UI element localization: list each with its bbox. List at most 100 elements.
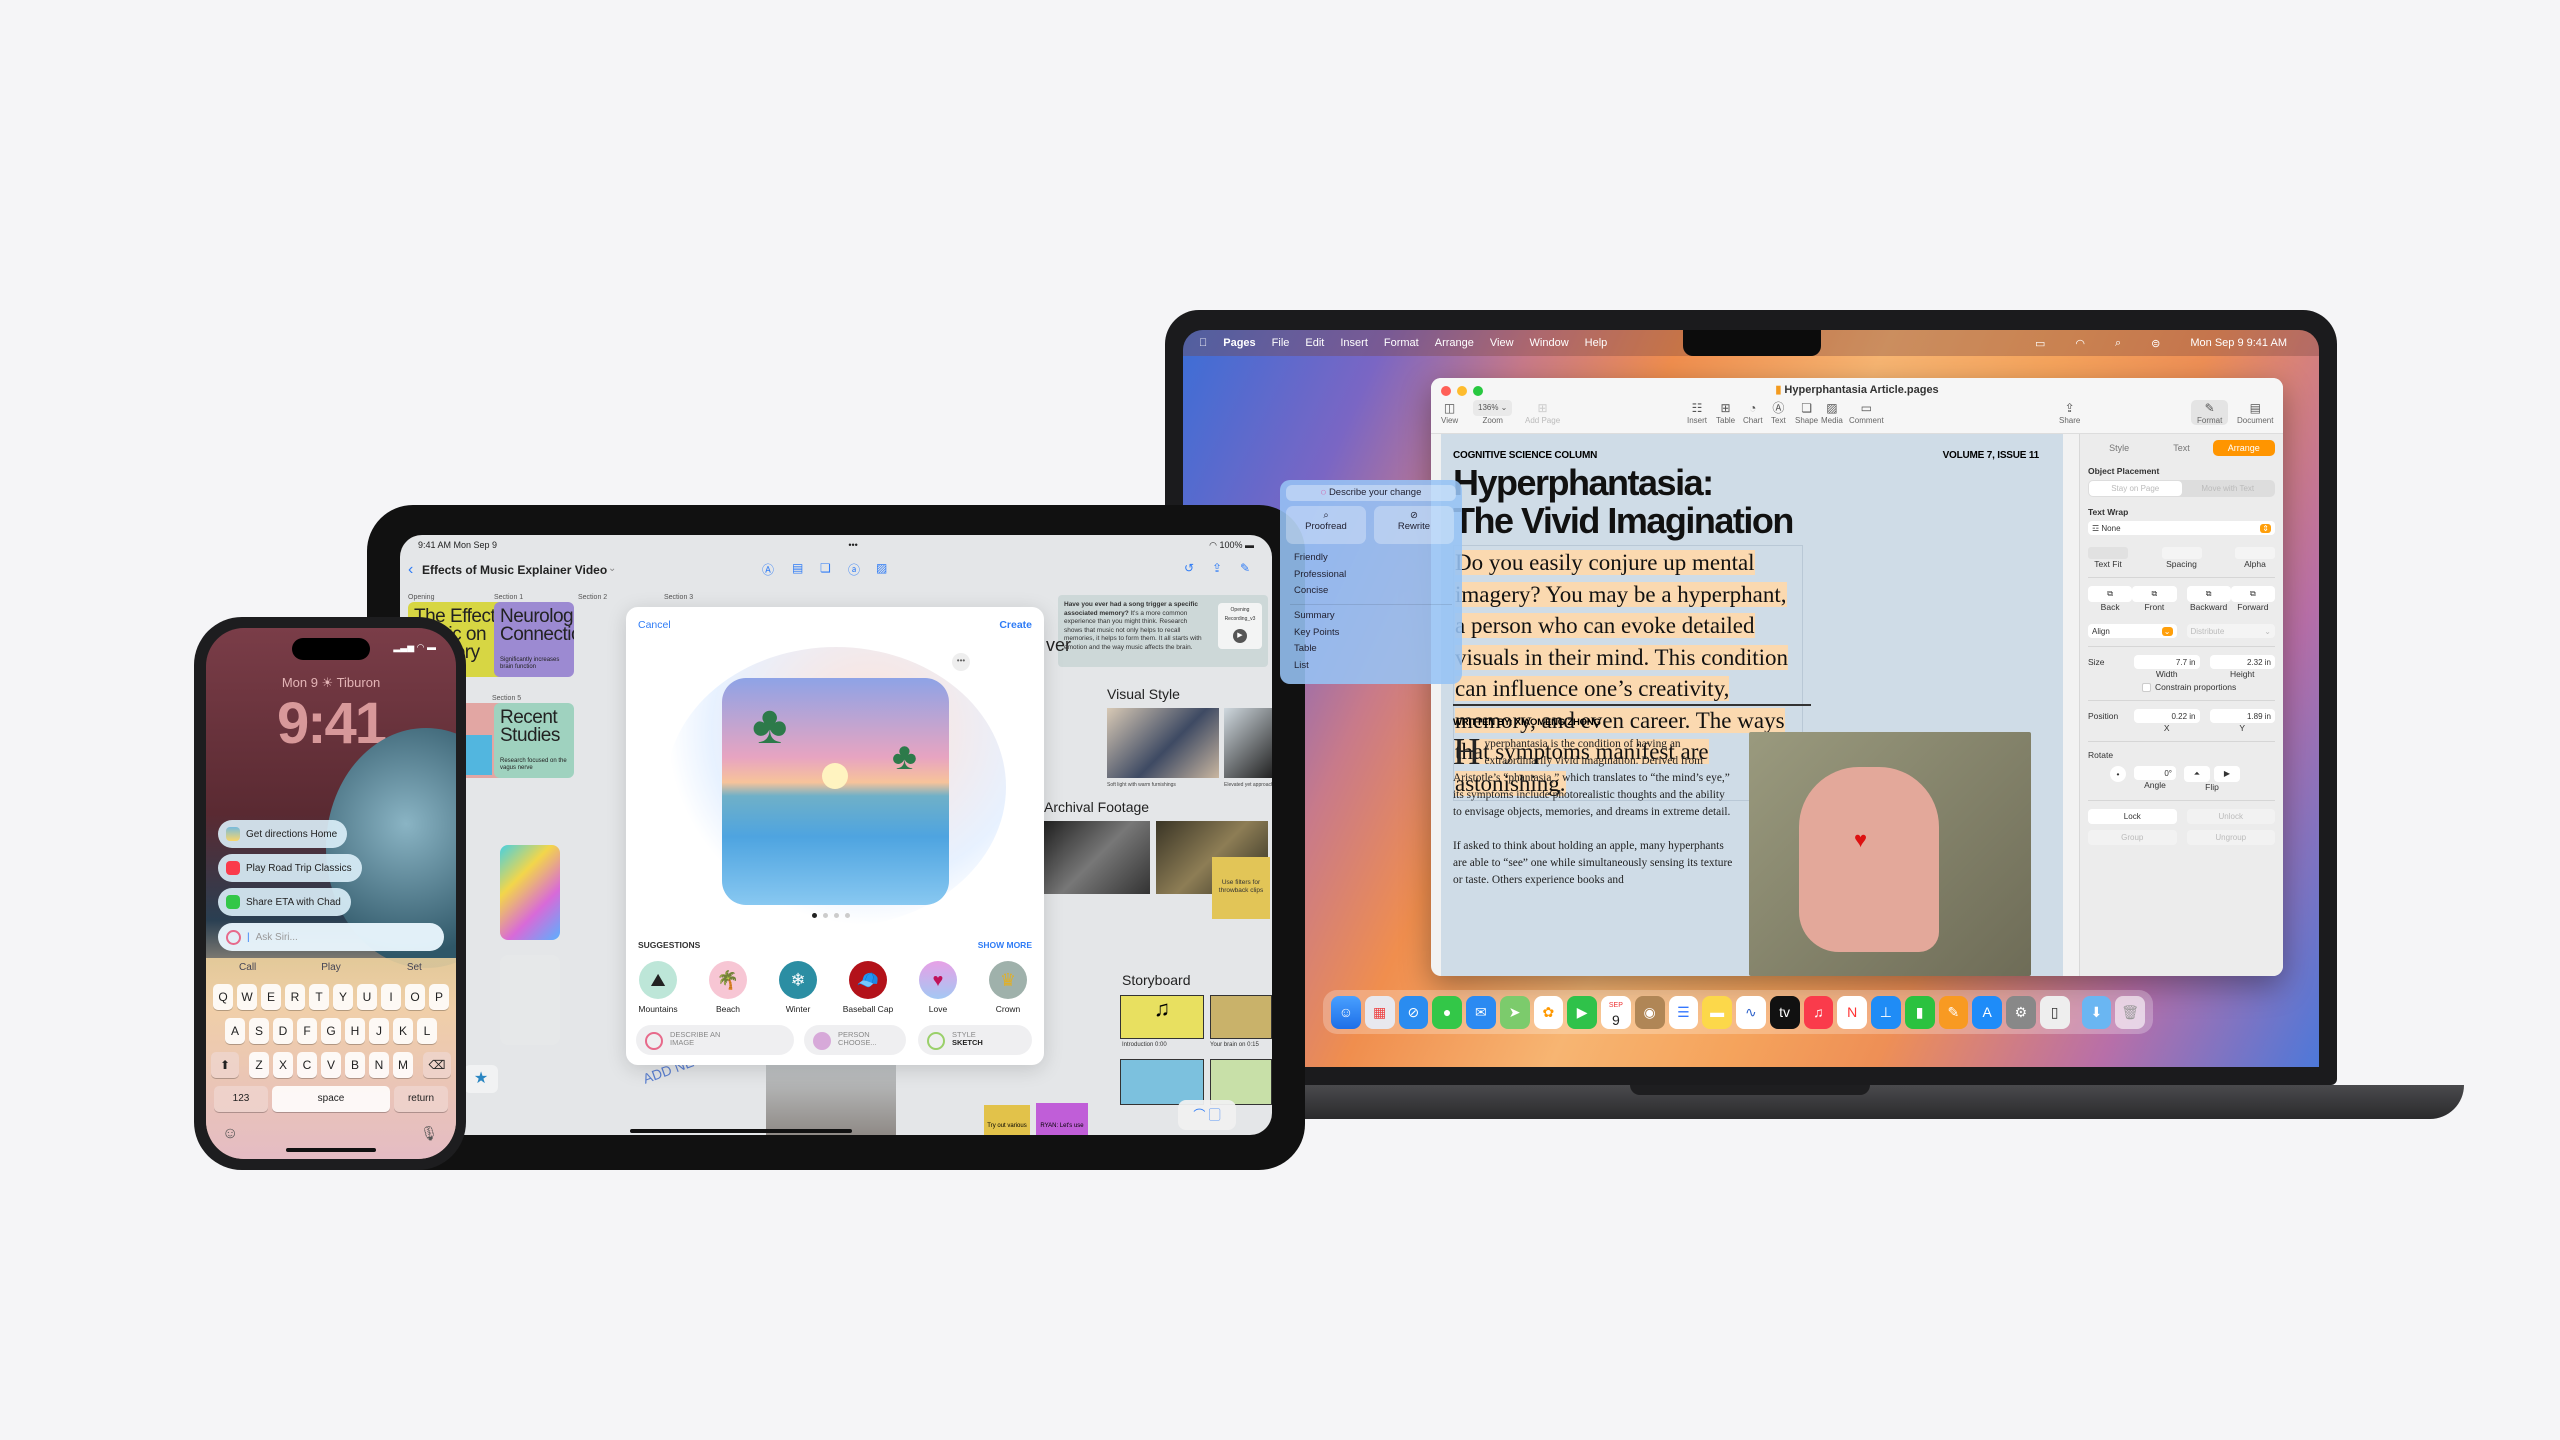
menu-arrange[interactable]: Arrange bbox=[1435, 337, 1474, 349]
calendar-icon[interactable]: SEP 9 bbox=[1601, 995, 1631, 1029]
summary-option[interactable]: Summary bbox=[1294, 610, 1339, 627]
audio-recording[interactable]: Opening Recording_v3 ▶ bbox=[1218, 603, 1262, 649]
flip-horizontal-button[interactable]: ▶ bbox=[2214, 766, 2240, 782]
mail-icon[interactable]: ✉ bbox=[1466, 995, 1496, 1029]
undo-icon[interactable]: ↺ bbox=[1184, 561, 1194, 575]
key-d[interactable]: D bbox=[273, 1018, 293, 1044]
menu-edit[interactable]: Edit bbox=[1305, 337, 1324, 349]
sticky-note-blue[interactable] bbox=[462, 735, 492, 775]
describe-change-input[interactable]: ◌ Describe your change bbox=[1286, 485, 1456, 501]
proofread-button[interactable]: ⌕ Proofread bbox=[1286, 506, 1366, 544]
key-p[interactable]: P bbox=[429, 984, 449, 1010]
insert-button[interactable]: ☷ Insert bbox=[1687, 400, 1707, 425]
text-button[interactable]: Ⓐ Text bbox=[1771, 400, 1786, 425]
rewrite-button[interactable]: ⊘ Rewrite bbox=[1374, 506, 1454, 544]
play-icon[interactable]: ▶ bbox=[1233, 629, 1247, 643]
flip-vertical-button[interactable]: ⏶ bbox=[2184, 766, 2210, 782]
facetime-icon[interactable]: ▶ bbox=[1567, 995, 1597, 1029]
suggestion-beach[interactable]: 🌴 Beach bbox=[698, 961, 758, 1014]
page-dot[interactable] bbox=[823, 913, 828, 918]
downloads-folder-icon[interactable]: ⬇ bbox=[2081, 995, 2112, 1029]
spacing-field[interactable] bbox=[2161, 547, 2202, 559]
wifi-icon[interactable]: ◠ bbox=[2075, 337, 2085, 350]
key-n[interactable]: N bbox=[369, 1052, 389, 1078]
menu-view[interactable]: View bbox=[1490, 337, 1514, 349]
y-field[interactable]: 1.89 in bbox=[2209, 709, 2275, 723]
news-icon[interactable]: N bbox=[1837, 995, 1867, 1029]
concise-option[interactable]: Concise bbox=[1294, 585, 1346, 602]
contacts-icon[interactable]: ◉ bbox=[1634, 995, 1665, 1029]
key-h[interactable]: H bbox=[345, 1018, 365, 1044]
list-option[interactable]: List bbox=[1294, 660, 1339, 677]
system-settings-icon[interactable]: ⚙ bbox=[2006, 995, 2036, 1029]
siri-suggestion-music[interactable]: Play Road Trip Classics bbox=[218, 854, 362, 882]
article-illustration[interactable]: ♥ bbox=[1749, 732, 2031, 976]
control-center-icon[interactable]: ⊜ bbox=[2151, 337, 2160, 350]
tab-arrange[interactable]: Arrange bbox=[2212, 440, 2275, 456]
shape-tool-palette[interactable]: ⌒ ▢ bbox=[1178, 1100, 1236, 1130]
sticky-note-yellow[interactable]: Use filters for throwback clips bbox=[1212, 857, 1270, 919]
chevron-down-icon[interactable]: ⌄ bbox=[608, 563, 616, 574]
menu-window[interactable]: Window bbox=[1530, 337, 1569, 349]
card-section1[interactable]: Neurological ConnectionsSignificantly in… bbox=[494, 602, 574, 677]
lock-button[interactable]: Lock bbox=[2088, 809, 2177, 824]
menu-format[interactable]: Format bbox=[1384, 337, 1419, 349]
page-dot-active[interactable] bbox=[812, 913, 817, 918]
key-o[interactable]: O bbox=[405, 984, 425, 1010]
body-text[interactable]: Hyperphantasia is the condition of havin… bbox=[1453, 733, 1733, 889]
shift-key[interactable]: ⬆ bbox=[211, 1052, 239, 1078]
alpha-field[interactable] bbox=[2235, 547, 2275, 559]
presenter-image[interactable] bbox=[766, 1055, 896, 1135]
document-button[interactable]: ▤ Document bbox=[2237, 400, 2273, 425]
notes-icon[interactable]: ▬ bbox=[1702, 995, 1732, 1029]
rotate-wheel[interactable]: • bbox=[2110, 766, 2126, 782]
siri-suggestion-directions[interactable]: Get directions Home bbox=[218, 820, 348, 848]
keynote-icon[interactable]: ⊥ bbox=[1871, 995, 1901, 1029]
key-z[interactable]: Z bbox=[249, 1052, 269, 1078]
height-field[interactable]: 2.32 in bbox=[2209, 655, 2275, 669]
media-icon[interactable]: ▨ bbox=[876, 561, 887, 575]
menu-app-name[interactable]: Pages bbox=[1223, 337, 1255, 349]
distribute-select[interactable]: Distribute ⌄ bbox=[2186, 624, 2275, 638]
suggestion-mountains[interactable]: ⛰ Mountains bbox=[628, 961, 688, 1014]
key-points-option[interactable]: Key Points bbox=[1294, 627, 1339, 644]
menu-insert[interactable]: Insert bbox=[1340, 337, 1368, 349]
prediction-set[interactable]: Set bbox=[373, 962, 456, 973]
empty-card[interactable] bbox=[500, 955, 560, 1045]
angle-field[interactable]: 0° bbox=[2134, 766, 2176, 780]
key-e[interactable]: E bbox=[261, 984, 281, 1010]
space-key[interactable]: space bbox=[272, 1086, 390, 1112]
page-dot[interactable] bbox=[845, 913, 850, 918]
dictation-microphone-icon[interactable]: 🎙 bbox=[420, 1125, 438, 1142]
width-field[interactable]: 7.7 in bbox=[2134, 655, 2200, 669]
storyboard-frame-2[interactable] bbox=[1210, 995, 1272, 1039]
key-f[interactable]: F bbox=[297, 1018, 317, 1044]
describe-image-field[interactable]: DESCRIBE AN IMAGE bbox=[636, 1025, 794, 1055]
sticky-note-purple[interactable]: RYAN: Let's use bbox=[1036, 1103, 1088, 1135]
search-icon[interactable]: ⌕ bbox=[2115, 337, 2121, 350]
photos-icon[interactable]: ✿ bbox=[1533, 995, 1564, 1029]
archival-image-1[interactable] bbox=[1044, 821, 1150, 894]
battery-icon[interactable]: ▭ bbox=[2035, 337, 2045, 350]
safari-icon[interactable]: ⊘ bbox=[1398, 995, 1429, 1029]
storyboard-frame-4[interactable] bbox=[1210, 1059, 1272, 1105]
stay-on-page-button[interactable]: Stay on Page bbox=[2089, 481, 2182, 496]
menu-help[interactable]: Help bbox=[1585, 337, 1608, 349]
trash-icon[interactable]: 🗑 bbox=[2115, 995, 2145, 1029]
key-l[interactable]: L bbox=[417, 1018, 437, 1044]
emoji-key-icon[interactable]: ☺ bbox=[222, 1125, 238, 1143]
key-c[interactable]: C bbox=[297, 1052, 317, 1078]
page-dots[interactable] bbox=[812, 913, 850, 918]
comment-button[interactable]: ▭ Comment bbox=[1849, 400, 1884, 425]
key-s[interactable]: S bbox=[249, 1018, 269, 1044]
key-v[interactable]: V bbox=[321, 1052, 341, 1078]
prediction-call[interactable]: Call bbox=[206, 962, 289, 973]
document-canvas[interactable]: COGNITIVE SCIENCE COLUMN VOLUME 7, ISSUE… bbox=[1441, 434, 2063, 976]
pages-icon[interactable]: ✎ bbox=[1938, 995, 1969, 1029]
shape-button[interactable]: ❏ Shape bbox=[1795, 400, 1818, 425]
numbers-icon[interactable]: ▮ bbox=[1904, 995, 1935, 1029]
iphone-mirroring-icon[interactable]: ▯ bbox=[2039, 995, 2070, 1029]
menu-file[interactable]: File bbox=[1272, 337, 1290, 349]
key-b[interactable]: B bbox=[345, 1052, 365, 1078]
friendly-option[interactable]: Friendly bbox=[1294, 552, 1346, 569]
